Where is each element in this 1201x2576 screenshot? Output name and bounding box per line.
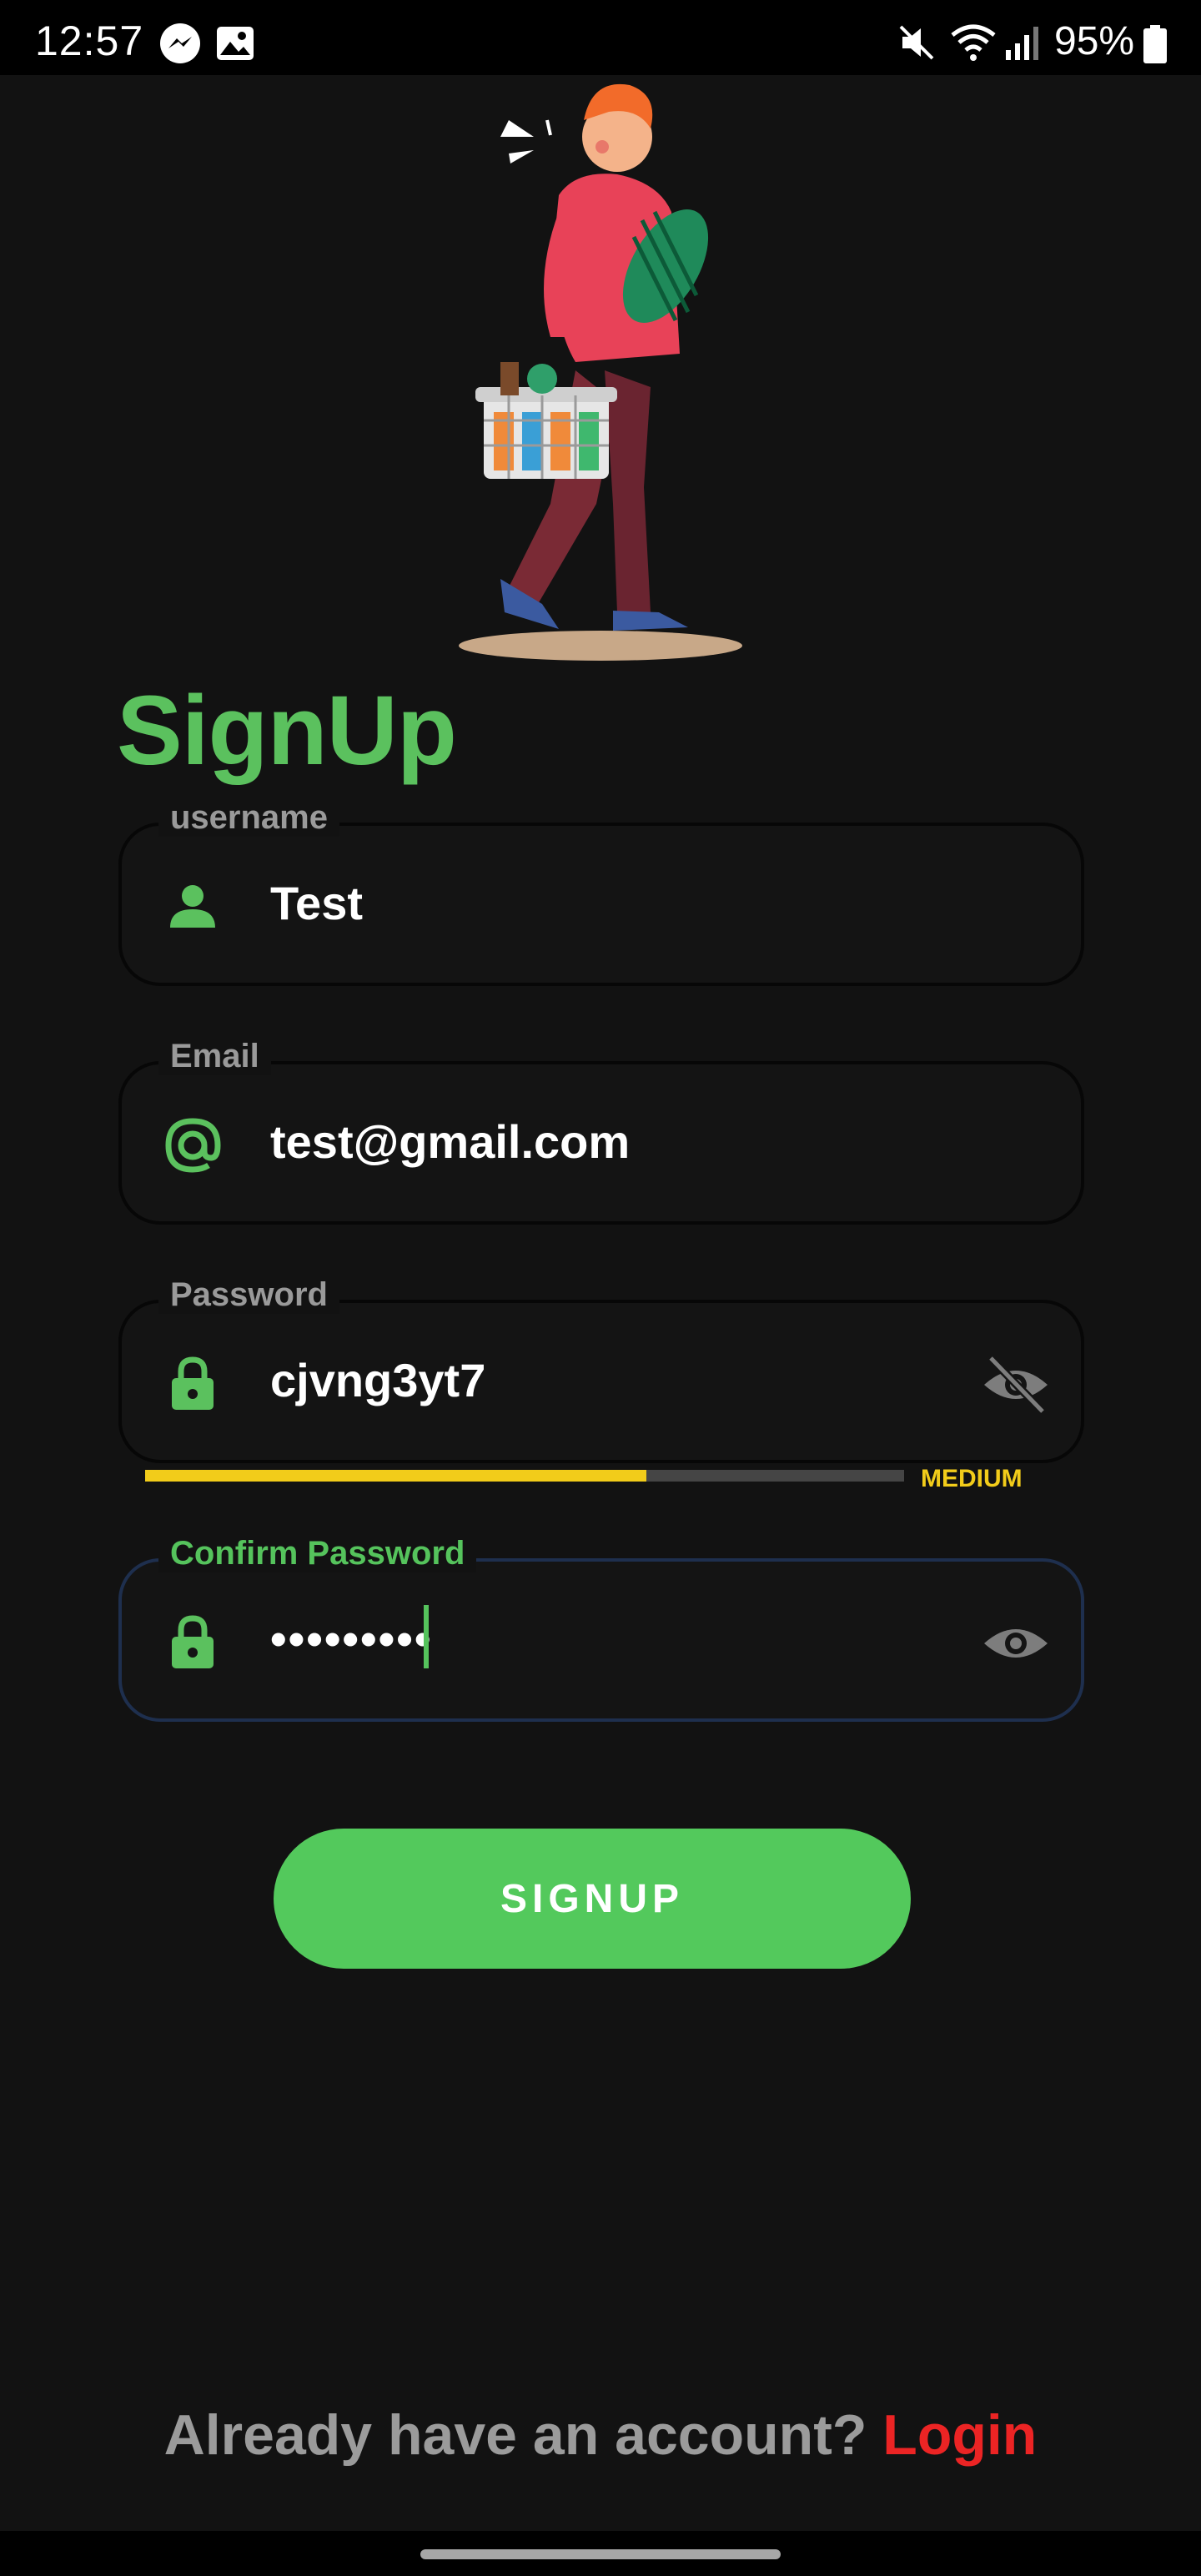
username-value[interactable]: Test	[270, 876, 363, 930]
status-time: 12:57	[35, 18, 144, 64]
confirm-password-label: Confirm Password	[158, 1535, 477, 1572]
text-cursor	[424, 1605, 429, 1668]
signup-button[interactable]: SIGNUP	[274, 1829, 911, 1969]
password-value[interactable]: cjvng3yt7	[270, 1353, 485, 1407]
signal-icon	[1006, 27, 1038, 60]
home-indicator[interactable]	[420, 2549, 781, 2559]
login-prompt-text: Already have an account?	[163, 2403, 883, 2467]
page-title: SignUp	[117, 676, 457, 786]
confirm-password-value[interactable]: •••••••••	[270, 1612, 432, 1666]
lock-icon	[172, 1615, 214, 1668]
battery-icon	[1143, 25, 1167, 63]
at-sign-icon	[165, 1118, 221, 1173]
wifi-icon	[951, 24, 996, 61]
eye-icon[interactable]	[981, 1608, 1051, 1678]
email-value[interactable]: test@gmail.com	[270, 1114, 630, 1169]
password-strength-bar	[145, 1470, 904, 1482]
email-field[interactable]: Email test@gmail.com	[118, 1038, 1084, 1225]
vibrate-icon	[899, 25, 934, 60]
password-label: Password	[158, 1276, 339, 1314]
person-icon	[170, 885, 215, 928]
gallery-icon	[217, 27, 254, 60]
eye-off-icon[interactable]	[981, 1350, 1051, 1420]
status-bar: 12:57 95%	[0, 0, 1201, 75]
password-strength-fill	[145, 1470, 646, 1482]
username-field[interactable]: username Test	[118, 799, 1084, 986]
confirm-password-field[interactable]: Confirm Password •••••••••	[118, 1535, 1084, 1722]
password-field[interactable]: Password cjvng3yt7	[118, 1276, 1084, 1463]
shopper-illustration	[459, 83, 742, 661]
lock-icon	[172, 1356, 214, 1410]
email-label: Email	[158, 1038, 271, 1075]
navigation-bar	[0, 2531, 1201, 2576]
messenger-icon	[160, 23, 200, 63]
login-prompt: Already have an account? Login	[0, 2402, 1201, 2468]
battery-percent: 95%	[1054, 19, 1135, 63]
login-link[interactable]: Login	[882, 2403, 1037, 2467]
password-strength-label: MEDIUM	[921, 1465, 1023, 1492]
username-label: username	[158, 799, 339, 837]
